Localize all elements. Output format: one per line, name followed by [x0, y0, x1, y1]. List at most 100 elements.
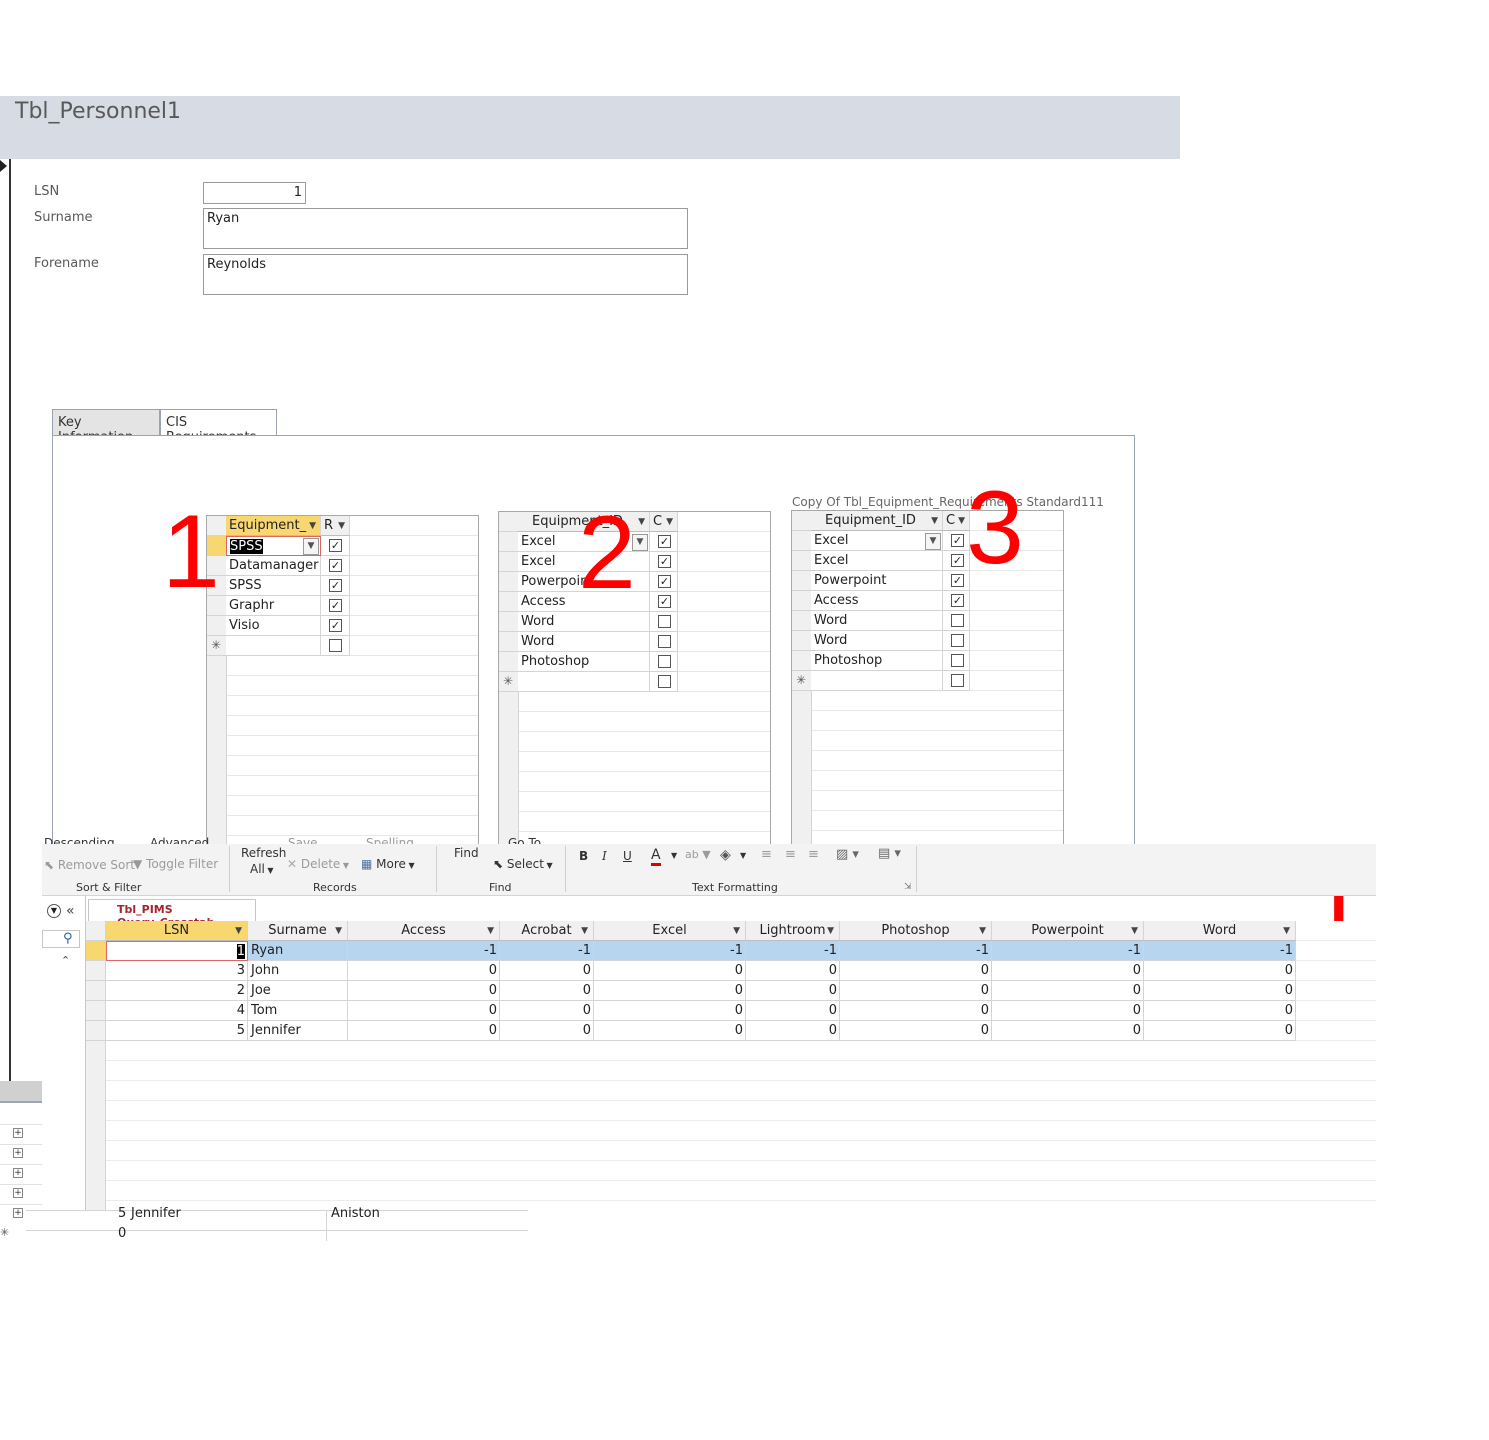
row-selector[interactable] — [499, 652, 518, 672]
dropdown-arrow-icon[interactable]: ▼ — [487, 921, 494, 941]
column-header-lightroom[interactable]: Lightroom ▼ — [746, 921, 840, 941]
surname-field[interactable]: Ryan — [203, 208, 688, 249]
lightroom-cell[interactable]: 0 — [746, 1001, 840, 1021]
equipment-cell[interactable]: Photoshop — [811, 651, 943, 671]
row-selector[interactable] — [499, 592, 518, 612]
surname-cell[interactable]: Joe — [248, 981, 348, 1001]
underlying-surname-cell[interactable]: Aniston — [331, 1206, 380, 1221]
equipment-cell[interactable]: Word — [518, 632, 650, 652]
unchecked-box-icon[interactable] — [951, 674, 964, 687]
word-cell[interactable]: 0 — [1144, 981, 1296, 1001]
dropdown-arrow-icon[interactable]: ▼ — [581, 921, 588, 941]
unchecked-box-icon[interactable] — [951, 614, 964, 627]
photoshop-cell[interactable]: 0 — [840, 1001, 992, 1021]
unchecked-box-icon[interactable] — [658, 615, 671, 628]
expand-icon[interactable]: + — [13, 1208, 23, 1218]
dropdown-arrow-icon[interactable]: ▼ — [931, 511, 938, 530]
powerpoint-cell[interactable]: 0 — [992, 961, 1144, 981]
lsn-cell[interactable]: 4 — [106, 1001, 248, 1021]
select-button[interactable]: ⬉ Select ▼ — [493, 857, 553, 871]
row-selector[interactable] — [86, 961, 105, 981]
gridlines-icon[interactable]: ▨ ▾ — [836, 847, 859, 862]
check-icon[interactable]: ✓ — [329, 559, 342, 572]
equipment-cell[interactable]: Excel — [811, 551, 943, 571]
word-cell[interactable]: -1 — [1144, 941, 1296, 961]
equipment-cell[interactable]: Visio — [226, 616, 321, 636]
access-cell[interactable]: 0 — [348, 961, 500, 981]
unchecked-box-icon[interactable] — [658, 635, 671, 648]
align-center-icon[interactable]: ≡ — [785, 847, 796, 862]
chevron-up-icon[interactable]: ⌃ — [61, 954, 70, 967]
row-selector[interactable] — [792, 571, 811, 591]
row-selector[interactable] — [86, 981, 105, 1001]
dropdown-arrow-icon[interactable]: ▼ — [979, 921, 986, 941]
dropdown-arrow-icon[interactable]: ▼ — [827, 921, 834, 941]
spelling-button[interactable]: Spelling — [366, 836, 414, 844]
equipment-cell[interactable]: SPSS — [226, 576, 321, 596]
column-header-word[interactable]: Word ▼ — [1144, 921, 1296, 941]
lightroom-cell[interactable]: 0 — [746, 981, 840, 1001]
unchecked-box-icon[interactable] — [658, 675, 671, 688]
row-selector[interactable] — [499, 612, 518, 632]
find-button[interactable]: Find — [454, 846, 479, 860]
dropdown-arrow-icon[interactable]: ▼ — [309, 516, 316, 535]
fill-color-icon[interactable]: ◈ — [720, 847, 731, 863]
access-cell[interactable]: -1 — [348, 941, 500, 961]
excel-cell[interactable]: 0 — [594, 1021, 746, 1041]
descending-button[interactable]: Descending — [44, 836, 115, 844]
photoshop-cell[interactable]: 0 — [840, 981, 992, 1001]
dropdown-arrow-icon[interactable]: ▼ — [958, 511, 965, 530]
word-cell[interactable]: 0 — [1144, 961, 1296, 981]
word-cell[interactable]: 0 — [1144, 1001, 1296, 1021]
nav-search-input[interactable] — [42, 930, 80, 948]
column-header-access[interactable]: Access ▼ — [348, 921, 500, 941]
check-icon[interactable]: ✓ — [951, 574, 964, 587]
nav-menu-icon[interactable]: ▼ — [47, 904, 61, 918]
photoshop-cell[interactable]: 0 — [840, 961, 992, 981]
photoshop-cell[interactable]: 0 — [840, 1021, 992, 1041]
surname-cell[interactable]: Ryan — [248, 941, 348, 961]
equipment-cell[interactable]: Word — [811, 631, 943, 651]
search-icon[interactable]: ⚲ — [63, 931, 73, 946]
query-datasheet[interactable]: LSN ▼ Surname ▼ Access ▼ Acrobat ▼ Excel ▼ Li… — [86, 921, 1376, 1210]
access-cell[interactable]: 0 — [348, 981, 500, 1001]
dropdown-arrow-icon[interactable]: ▼ — [235, 921, 242, 941]
new-row-selector[interactable]: ✳ — [792, 671, 811, 691]
column-header-excel[interactable]: Excel ▼ — [594, 921, 746, 941]
align-right-icon[interactable]: ≡ — [808, 847, 819, 862]
align-left-icon[interactable]: ≡ — [761, 847, 772, 862]
check-icon[interactable]: ✓ — [329, 619, 342, 632]
lightroom-cell[interactable]: 0 — [746, 961, 840, 981]
powerpoint-cell[interactable]: 0 — [992, 1001, 1144, 1021]
alternate-row-color-icon[interactable]: ▤ ▾ — [878, 846, 901, 861]
equipment-cell[interactable]: Graphr — [226, 596, 321, 616]
check-icon[interactable]: ✓ — [951, 554, 964, 567]
more-button[interactable]: ▦ More ▼ — [361, 857, 415, 871]
equipment-cell[interactable]: Access — [811, 591, 943, 611]
italic-button[interactable]: I — [602, 849, 607, 863]
row-selector[interactable] — [792, 631, 811, 651]
forename-field[interactable]: Reynolds — [203, 254, 688, 295]
check-icon[interactable]: ✓ — [329, 579, 342, 592]
lsn-cell[interactable]: 2 — [106, 981, 248, 1001]
delete-button[interactable]: ✕ Delete ▼ — [287, 857, 349, 871]
check-icon[interactable]: ✓ — [658, 555, 671, 568]
column-header-c[interactable]: C ▼ — [650, 512, 678, 532]
surname-cell[interactable]: Jennifer — [248, 1021, 348, 1041]
collapse-nav-icon[interactable]: « — [66, 903, 75, 919]
remove-sort-button[interactable]: ⬉ Remove Sort — [44, 858, 135, 872]
new-row-selector[interactable]: ✳ — [207, 636, 226, 656]
equipment-cell[interactable]: Datamanager — [226, 556, 321, 576]
expand-icon[interactable]: + — [13, 1148, 23, 1158]
acrobat-cell[interactable]: 0 — [500, 1001, 594, 1021]
column-header-powerpoint[interactable]: Powerpoint ▼ — [992, 921, 1144, 941]
lsn-cell[interactable]: 5 — [106, 1021, 248, 1041]
underlying-forename-cell[interactable]: Jennifer — [131, 1206, 181, 1221]
row-selector[interactable] — [499, 632, 518, 652]
lightroom-cell[interactable]: 0 — [746, 1021, 840, 1041]
advanced-button[interactable]: Advanced — [150, 836, 209, 844]
dropdown-arrow-icon[interactable]: ▼ — [638, 512, 645, 531]
surname-cell[interactable]: Tom — [248, 1001, 348, 1021]
dropdown-arrow-icon[interactable]: ▼ — [671, 851, 677, 860]
select-all[interactable] — [499, 512, 518, 532]
